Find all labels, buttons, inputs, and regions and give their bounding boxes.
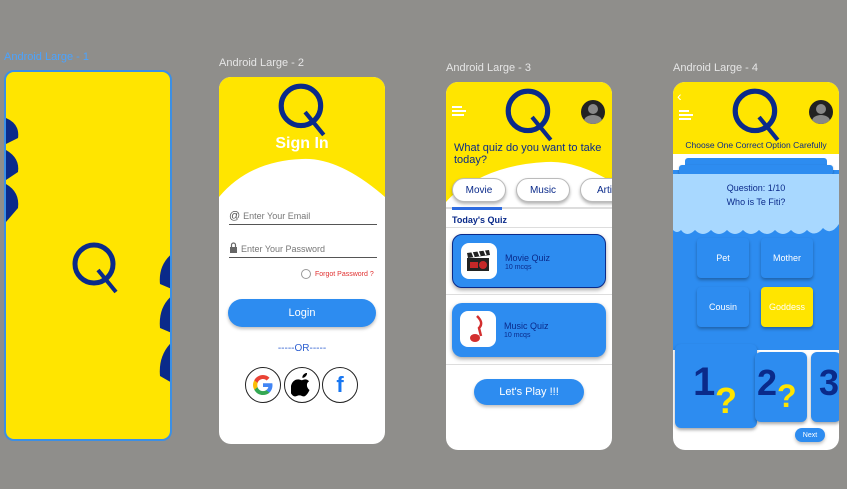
forgot-radio[interactable] (301, 269, 311, 279)
divider (446, 294, 612, 295)
back-icon[interactable]: ‹ (677, 88, 682, 104)
q-logo-icon (505, 88, 553, 142)
option-pet[interactable]: Pet (697, 238, 749, 278)
frame-label-1[interactable]: Android Large - 1 (4, 51, 89, 63)
password-placeholder: Enter Your Password (241, 243, 326, 254)
divider (446, 227, 612, 228)
home-screen: What quiz do you want to take today? Mov… (446, 82, 612, 450)
question-text: Who is Te Fiti? (726, 197, 786, 207)
option-mother[interactable]: Mother (761, 238, 813, 278)
login-button[interactable]: Login (228, 299, 376, 327)
question-number: 2 (757, 362, 778, 403)
lets-play-button[interactable]: Let's Play !!! (474, 379, 584, 405)
question-number-card-1[interactable]: 1 ? (675, 344, 757, 428)
question-mark-icon: ? (715, 380, 737, 421)
quiz-sub: 10 mcqs (505, 264, 532, 271)
option-cousin[interactable]: Cousin (697, 287, 749, 327)
signin-screen: Sign In @ Enter Your Email Enter Your Pa… (219, 77, 385, 444)
q-logo-icon (732, 88, 780, 142)
question-number: 3 (819, 362, 839, 403)
question-number-card-2[interactable]: 2 ? (755, 352, 807, 422)
question-number: 1 (693, 360, 716, 404)
frame-label-3[interactable]: Android Large - 3 (446, 62, 531, 74)
divider (446, 364, 612, 365)
at-icon: @ (229, 210, 241, 222)
tab-indicator (452, 207, 502, 210)
q-logo-icon (72, 242, 118, 294)
quiz-title: Movie Quiz (505, 253, 551, 263)
or-divider: -----OR----- (277, 343, 327, 354)
avatar[interactable] (581, 100, 605, 124)
movie-quiz-card[interactable]: Movie Quiz 10 mcqs (452, 234, 606, 288)
facebook-icon[interactable]: f (322, 367, 358, 403)
frame-label-4[interactable]: Android Large - 4 (673, 62, 758, 74)
forgot-password-link[interactable]: Forgot Password ? (315, 271, 374, 278)
quiz-sub: 10 mcqs (504, 332, 531, 339)
tab-arti[interactable]: Arti (580, 178, 612, 202)
tab-movie[interactable]: Movie (452, 178, 506, 202)
question-mark-icon: ? (777, 378, 797, 414)
email-field[interactable]: @ Enter Your Email (229, 210, 377, 225)
section-title: Today's Quiz (452, 215, 507, 225)
q-logo-icon (278, 83, 326, 137)
quiz-instruction: Choose One Correct Option Carefully (685, 140, 827, 150)
music-quiz-card[interactable]: Music Quiz 10 mcqs (452, 303, 606, 357)
next-button[interactable]: Next (795, 428, 825, 442)
apple-icon[interactable] (284, 367, 320, 403)
quiz-title: Music Quiz (504, 321, 549, 331)
password-field[interactable]: Enter Your Password (229, 242, 377, 258)
signin-title: Sign In (275, 135, 329, 152)
question-number-card-3[interactable]: 3 (811, 352, 839, 422)
tab-music[interactable]: Music (516, 178, 570, 202)
menu-icon[interactable] (679, 110, 693, 120)
splash-screen[interactable] (4, 70, 172, 441)
google-icon[interactable] (245, 367, 281, 403)
avatar[interactable] (809, 100, 833, 124)
menu-icon[interactable] (452, 106, 466, 116)
clapperboard-icon (461, 243, 497, 279)
music-note-icon (460, 311, 496, 347)
home-question: What quiz do you want to take today? (454, 142, 602, 166)
question-progress: Question: 1/10 (726, 183, 786, 193)
email-placeholder: Enter Your Email (243, 211, 311, 221)
lock-icon (229, 242, 238, 255)
option-goddess[interactable]: Goddess (761, 287, 813, 327)
frame-label-2[interactable]: Android Large - 2 (219, 57, 304, 69)
quiz-screen: ‹ Choose One Correct Option Carefully Qu… (673, 82, 839, 450)
